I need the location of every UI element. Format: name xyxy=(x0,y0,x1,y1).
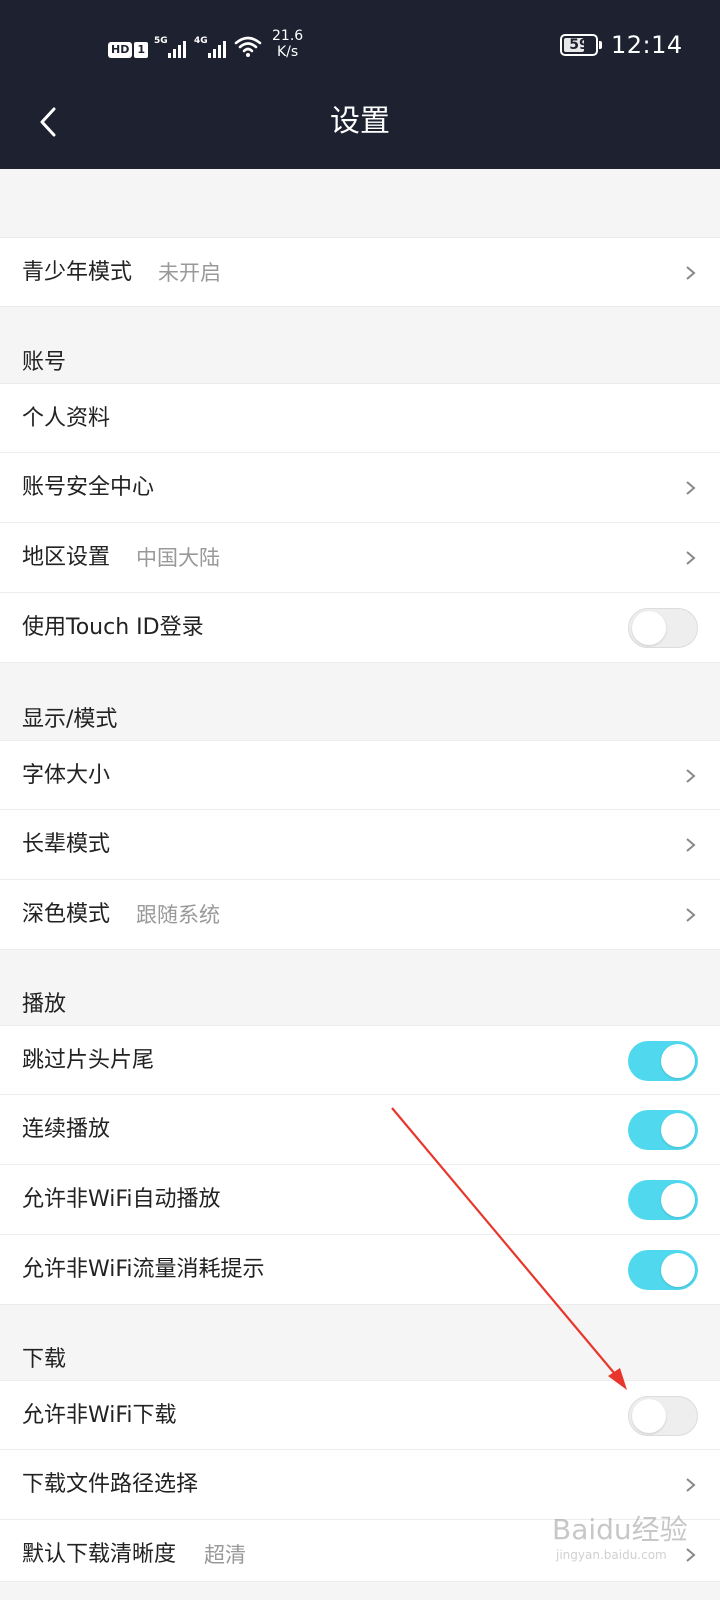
section-display: 显示/模式 xyxy=(22,707,118,732)
wifi-icon xyxy=(234,36,262,57)
non-wifi-autoplay-toggle[interactable] xyxy=(628,1180,698,1220)
dark-mode-value: 跟随系统 xyxy=(136,903,220,927)
continuous-play-toggle[interactable] xyxy=(628,1110,698,1150)
watermark-text: Baidu经验 xyxy=(552,1513,688,1546)
download-quality-value: 超清 xyxy=(204,1543,246,1567)
font-size-label: 字体大小 xyxy=(22,763,111,788)
network-speed: 21.6 K/s xyxy=(272,28,303,60)
hd-indicator: HD 1 xyxy=(108,42,148,58)
elder-mode-label: 长辈模式 xyxy=(22,832,111,857)
clock: 12:14 xyxy=(611,31,683,59)
chevron-right-icon xyxy=(686,1478,696,1492)
region-label: 地区设置 xyxy=(22,545,111,570)
row-skip-intro: 跳过片头片尾 xyxy=(0,1025,720,1095)
row-touch-id: 使用Touch ID登录 xyxy=(0,593,720,663)
non-wifi-download-label: 允许非WiFi下载 xyxy=(22,1403,177,1428)
page-title: 设置 xyxy=(330,104,390,139)
chevron-right-icon xyxy=(686,908,696,922)
chevron-right-icon xyxy=(686,838,696,852)
status-bar: HD 1 5G 4G 21.6 K/s 59 12:14 xyxy=(0,22,720,70)
chevron-right-icon xyxy=(686,266,696,280)
row-non-wifi-download: 允许非WiFi下载 xyxy=(0,1380,720,1450)
signal-4g-icon: 4G xyxy=(194,36,228,58)
battery-level: 59 xyxy=(569,37,589,53)
row-non-wifi-data-hint: 允许非WiFi流量消耗提示 xyxy=(0,1235,720,1305)
status-icons: HD 1 5G 4G xyxy=(108,34,262,58)
hd-icon: HD xyxy=(108,42,133,58)
continuous-play-label: 连续播放 xyxy=(22,1117,111,1142)
chevron-right-icon xyxy=(686,481,696,495)
security-center-label: 账号安全中心 xyxy=(22,475,155,500)
download-path-label: 下载文件路径选择 xyxy=(22,1472,199,1497)
row-profile[interactable]: 个人资料 xyxy=(0,383,720,453)
sim-icon: 1 xyxy=(134,42,148,58)
row-continuous-play: 连续播放 xyxy=(0,1095,720,1165)
watermark-url: jingyan.baidu.com xyxy=(556,1548,667,1562)
row-dark-mode[interactable]: 深色模式 跟随系统 xyxy=(0,880,720,950)
dark-mode-label: 深色模式 xyxy=(22,902,111,927)
skip-intro-toggle[interactable] xyxy=(628,1041,698,1081)
row-region[interactable]: 地区设置 中国大陆 xyxy=(0,523,720,593)
row-elder-mode[interactable]: 长辈模式 xyxy=(0,810,720,880)
chevron-right-icon xyxy=(686,551,696,565)
non-wifi-autoplay-label: 允许非WiFi自动播放 xyxy=(22,1187,221,1212)
section-download: 下载 xyxy=(22,1347,67,1372)
region-value: 中国大陆 xyxy=(136,546,220,570)
teen-mode-label: 青少年模式 xyxy=(22,260,133,285)
row-font-size[interactable]: 字体大小 xyxy=(0,740,720,810)
non-wifi-data-hint-label: 允许非WiFi流量消耗提示 xyxy=(22,1257,265,1282)
network-5g-label: 5G xyxy=(154,36,168,46)
non-wifi-download-toggle[interactable] xyxy=(628,1396,698,1436)
battery-icon: 59 xyxy=(560,34,602,56)
speed-unit: K/s xyxy=(276,44,299,60)
baidu-watermark: Baidu经验 jingyan.baidu.com xyxy=(548,1500,718,1570)
speed-value: 21.6 xyxy=(272,28,304,44)
row-security-center[interactable]: 账号安全中心 xyxy=(0,453,720,523)
download-quality-label: 默认下载清晰度 xyxy=(22,1542,177,1567)
non-wifi-data-hint-toggle[interactable] xyxy=(628,1250,698,1290)
section-playback: 播放 xyxy=(22,992,67,1017)
skip-intro-label: 跳过片头片尾 xyxy=(22,1048,155,1073)
profile-label: 个人资料 xyxy=(22,406,111,431)
teen-mode-value: 未开启 xyxy=(158,261,221,285)
row-teen-mode[interactable]: 青少年模式 未开启 xyxy=(0,237,720,307)
top-bar: HD 1 5G 4G 21.6 K/s 59 12:14 设置 xyxy=(0,0,720,169)
row-non-wifi-autoplay: 允许非WiFi自动播放 xyxy=(0,1165,720,1235)
touch-id-toggle[interactable] xyxy=(628,608,698,648)
chevron-right-icon xyxy=(686,769,696,783)
section-account: 账号 xyxy=(22,350,67,375)
touch-id-label: 使用Touch ID登录 xyxy=(22,615,204,640)
network-4g-label: 4G xyxy=(194,36,208,46)
signal-5g-icon: 5G xyxy=(154,36,188,58)
